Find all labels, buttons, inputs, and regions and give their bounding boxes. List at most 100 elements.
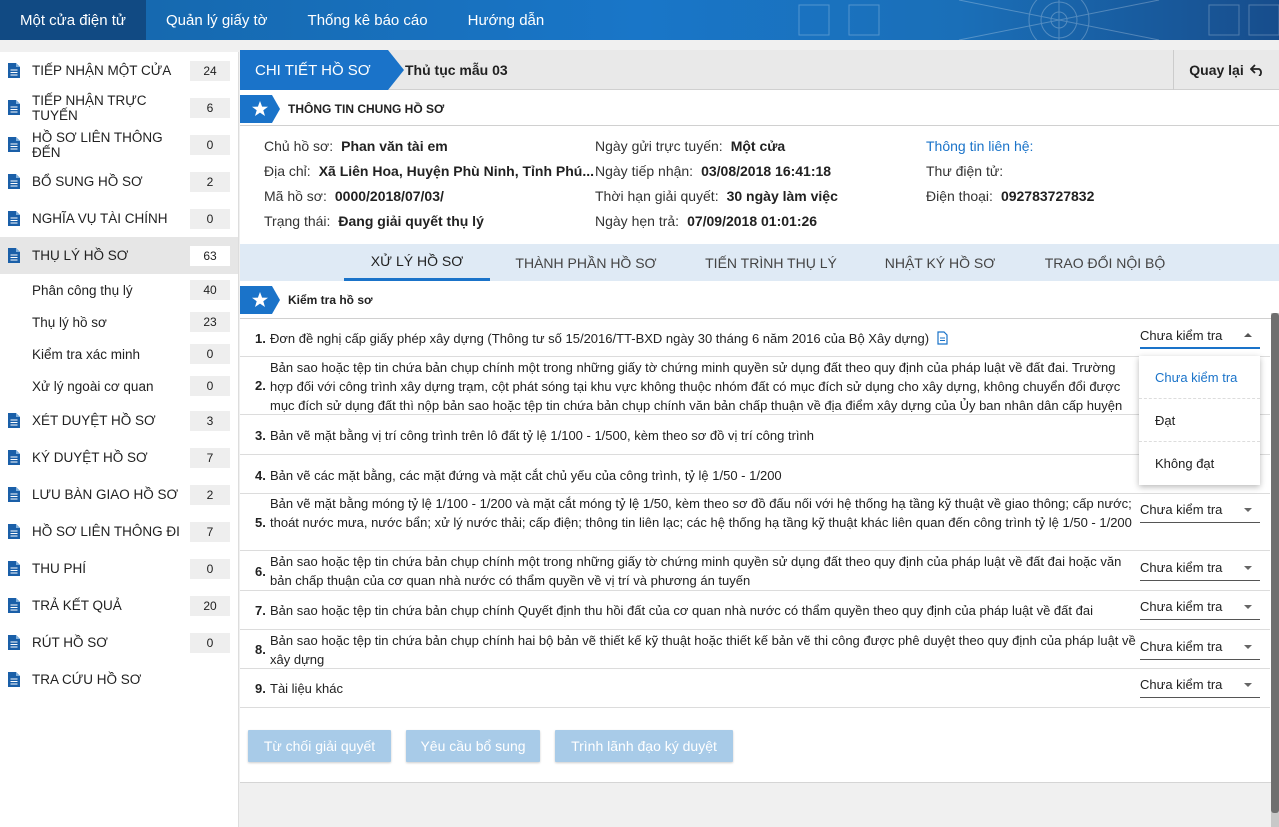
sidebar-item[interactable]: Tiếp nhận một cửa 24 [0, 52, 238, 89]
chevron-down-icon [1244, 565, 1252, 570]
tab-log[interactable]: NHẬT KÝ HỒ SƠ [875, 244, 1005, 281]
received-label: Ngày tiếp nhận: [595, 163, 694, 179]
sidebar-item[interactable]: Xét duyệt hồ sơ 3 [0, 402, 238, 439]
row-text: Bản sao hoặc tệp tin chứa bản chụp chính… [270, 360, 1123, 413]
owner-label: Chủ hồ sơ: [264, 138, 334, 154]
check-row: 4. Bản vẽ các mặt bằng, các mặt đứng và … [240, 455, 1270, 494]
sidebar-subitem[interactable]: Thụ lý hồ sơ 23 [0, 306, 238, 338]
submit-to-leader-button[interactable]: Trình lãnh đạo ký duyệt [555, 730, 733, 762]
star-icon [240, 95, 280, 123]
nav-guide[interactable]: Hướng dẫn [448, 0, 565, 40]
status-select[interactable]: Chưa kiểm tra [1140, 497, 1260, 523]
sidebar-item-label: Rút hồ sơ [32, 635, 108, 650]
sidebar-item[interactable]: Nghĩa vụ tài chính 0 [0, 200, 238, 237]
sidebar-item[interactable]: Hồ sơ liên thông đi 7 [0, 513, 238, 550]
sidebar-subitem-count: 23 [190, 312, 230, 332]
check-title: Kiểm tra hồ sơ [288, 293, 373, 307]
email-label: Thư điện tử: [926, 163, 1004, 179]
reject-button[interactable]: Từ chối giải quyết [248, 730, 391, 762]
sidebar-item-label: Trả kết quả [32, 598, 122, 613]
sidebar-item-count: 0 [190, 632, 230, 653]
nav-one-stop[interactable]: Một cửa điện tử [0, 0, 146, 40]
tab-components[interactable]: THÀNH PHẦN HỒ SƠ [506, 244, 666, 281]
code-row: Mã hồ sơ: 0000/2018/07/03/ [264, 188, 444, 204]
select-value: Chưa kiểm tra [1140, 502, 1223, 517]
row-number: 2. [255, 378, 266, 393]
caret-up-icon [1244, 333, 1252, 337]
document-icon [8, 248, 20, 263]
address-row: Địa chỉ: Xã Liên Hoa, Huyện Phù Ninh, Tỉn… [264, 163, 594, 179]
row-text: Bản vẽ mặt bằng vị trí công trình trên l… [270, 428, 814, 443]
tab-process[interactable]: XỬ LÝ HỒ SƠ [344, 244, 490, 281]
sidebar-item-count: 0 [190, 208, 230, 229]
deadline-value: 30 ngày làm việc [726, 188, 838, 204]
select-value: Chưa kiểm tra [1140, 639, 1223, 654]
row-number: 4. [255, 468, 266, 483]
code-value: 0000/2018/07/03/ [334, 188, 444, 204]
header-pattern [798, 0, 1279, 40]
row-text: Tài liệu khác [270, 681, 343, 696]
scrollbar-thumb[interactable] [1271, 313, 1279, 813]
document-icon [8, 211, 20, 226]
sidebar-item[interactable]: Thu phí 0 [0, 550, 238, 587]
status-select[interactable]: Chưa kiểm tra [1140, 634, 1260, 660]
sidebar-item[interactable]: Rút hồ sơ 0 [0, 624, 238, 661]
phone-label: Điện thoại: [926, 188, 993, 204]
sidebar-item[interactable]: Hồ sơ liên thông đến 0 [0, 126, 238, 163]
sidebar-item[interactable]: Tra cứu hồ sơ [0, 661, 238, 698]
status-label: Trạng thái: [264, 213, 331, 229]
nav-reports[interactable]: Thống kê báo cáo [288, 0, 448, 40]
status-select[interactable]: Chưa kiểm tra [1140, 555, 1260, 581]
document-icon[interactable] [937, 331, 948, 345]
document-icon [8, 174, 20, 189]
tab-internal[interactable]: TRAO ĐỔI NỘI BỘ [1035, 244, 1175, 281]
row-text: Bản vẽ các mặt bằng, các mặt đứng và mặt… [270, 468, 782, 483]
sidebar-item-count: 7 [190, 521, 230, 542]
document-icon [8, 598, 20, 613]
document-icon [8, 487, 20, 502]
sidebar-item[interactable]: Lưu bàn giao hồ sơ 2 [0, 476, 238, 513]
select-value: Chưa kiểm tra [1140, 677, 1223, 692]
row-text: Đơn đề nghị cấp giấy phép xây dựng (Thôn… [270, 329, 948, 348]
sidebar-subitem-label: Phân công thụ lý [32, 282, 133, 298]
document-icon [8, 672, 20, 687]
status-select[interactable]: Chưa kiểm tra [1140, 323, 1260, 349]
sidebar-subitem[interactable]: Xử lý ngoài cơ quan 0 [0, 370, 238, 402]
check-header: Kiểm tra hồ sơ [240, 286, 373, 314]
sidebar-subitem[interactable]: Kiểm tra xác minh 0 [0, 338, 238, 370]
action-bar: Từ chối giải quyết Yêu cầu bổ sung Trình… [248, 730, 733, 762]
option-passed[interactable]: Đạt [1139, 399, 1260, 442]
tab-progress[interactable]: TIẾN TRÌNH THỤ LÝ [695, 244, 847, 281]
sidebar-subitem[interactable]: Phân công thụ lý 40 [0, 274, 238, 306]
sidebar-item[interactable]: Tiếp nhận trực tuyến 6 [0, 89, 238, 126]
check-row: 9. Tài liệu khác Chưa kiểm tra [240, 669, 1270, 708]
chevron-down-icon [1244, 644, 1252, 649]
row-number: 6. [255, 564, 266, 579]
sent-row: Ngày gửi trực tuyến: Một cửa [595, 138, 785, 154]
check-row: 2. Bản sao hoặc tệp tin chứa bản chụp ch… [240, 357, 1270, 415]
check-row: 7. Bản sao hoặc tệp tin chứa bản chụp ch… [240, 591, 1270, 630]
sidebar-subitem-count: 0 [190, 344, 230, 364]
document-icon [8, 450, 20, 465]
status-select[interactable]: Chưa kiểm tra [1140, 672, 1260, 698]
sidebar: Tiếp nhận một cửa 24 Tiếp nhận trực tuyến 6… [0, 52, 239, 827]
document-icon [8, 413, 20, 428]
check-row: 6. Bản sao hoặc tệp tin chứa bản chụp ch… [240, 551, 1270, 591]
nav-documents[interactable]: Quản lý giấy tờ [146, 0, 288, 40]
option-failed[interactable]: Không đạt [1139, 442, 1260, 485]
sidebar-item[interactable]: Bổ sung hồ sơ 2 [0, 163, 238, 200]
sidebar-item[interactable]: Ký duyệt hồ sơ 7 [0, 439, 238, 476]
row-number: 8. [255, 642, 266, 657]
request-supplement-button[interactable]: Yêu cầu bổ sung [406, 730, 540, 762]
sidebar-subitem-count: 0 [190, 376, 230, 396]
option-unchecked[interactable]: Chưa kiểm tra [1139, 356, 1260, 399]
sidebar-item[interactable]: Trả kết quả 20 [0, 587, 238, 624]
row-number: 5. [255, 515, 266, 530]
document-icon [8, 100, 20, 115]
row-text: Bản sao hoặc tệp tin chứa bản chụp chính… [270, 633, 1136, 667]
chevron-down-icon [1244, 682, 1252, 687]
back-button[interactable]: Quay lại [1173, 50, 1279, 90]
status-select[interactable]: Chưa kiểm tra [1140, 594, 1260, 620]
sidebar-item-label: Xét duyệt hồ sơ [32, 413, 156, 428]
sidebar-item[interactable]: Thụ lý hồ sơ 63 [0, 237, 238, 274]
